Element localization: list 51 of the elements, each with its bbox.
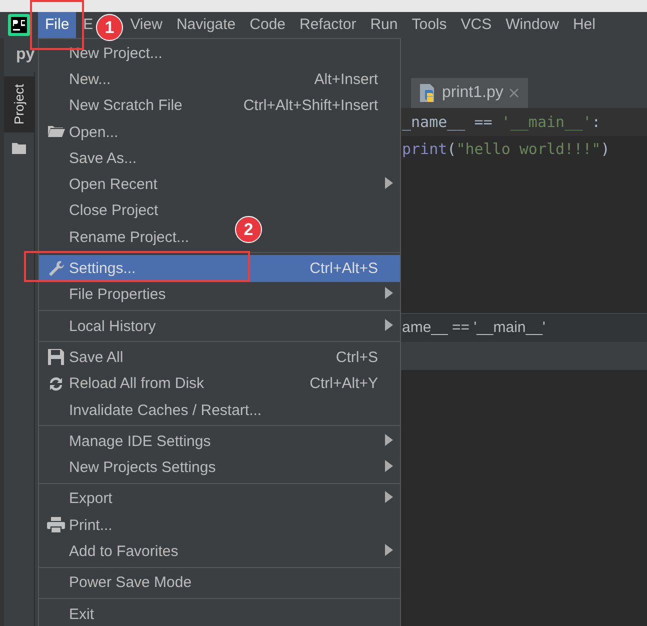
floppy-icon xyxy=(47,348,65,366)
menu-item[interactable]: New... Alt+Insert xyxy=(39,66,400,93)
menu-bar-item[interactable]: E xyxy=(82,12,94,38)
submenu-arrow-icon xyxy=(385,177,393,190)
menu-item[interactable]: Manage IDE Settings xyxy=(39,428,400,454)
printer-icon xyxy=(47,516,65,534)
submenu-arrow-icon xyxy=(385,544,393,556)
menu-item[interactable]: Save All Ctrl+S xyxy=(39,344,400,371)
project-panel-title: py xyxy=(16,46,35,64)
menu-bar-item[interactable]: Navigate xyxy=(169,12,243,38)
menu-item[interactable]: Reload All from Disk Ctrl+Alt+Y xyxy=(39,370,400,397)
submenu-arrow-icon xyxy=(385,287,393,300)
menu-item[interactable]: Save As... xyxy=(39,145,137,172)
submenu-arrow-icon xyxy=(385,318,393,331)
menu-bar-item[interactable]: Window xyxy=(498,12,566,38)
project-tool-tab[interactable]: Project xyxy=(4,76,34,132)
submenu-arrow-icon xyxy=(385,491,393,504)
menu-bar-item[interactable]: Hel xyxy=(566,12,602,38)
menu-item[interactable]: Open... xyxy=(39,118,118,146)
menu-item[interactable]: Local History xyxy=(39,312,400,340)
menu-item[interactable]: New Projects Settings xyxy=(39,454,400,481)
editor-tab[interactable]: print1.py xyxy=(411,78,528,108)
menu-item[interactable]: Exit xyxy=(39,600,94,626)
menu-bar-item[interactable]: VCS xyxy=(454,12,499,38)
menu-item[interactable]: Print... xyxy=(39,512,112,538)
menu-item[interactable]: Add to Favorites xyxy=(39,538,400,565)
menu-item[interactable]: File Properties xyxy=(39,282,400,308)
menu-item[interactable]: Settings... Ctrl+Alt+S xyxy=(39,255,400,282)
python-file-icon xyxy=(419,83,437,103)
folder-icon xyxy=(12,142,26,154)
wrench-icon xyxy=(47,260,65,278)
menu-bar-item[interactable]: Refactor xyxy=(292,12,364,38)
breadcrumb[interactable]: ame__ == '__main__' xyxy=(400,313,647,342)
app-logo-icon xyxy=(8,14,30,36)
menu-item[interactable]: Invalidate Caches / Restart... xyxy=(39,396,262,424)
menu-item[interactable]: Close Project xyxy=(39,198,158,224)
menu-item[interactable]: New Scratch File Ctrl+Alt+Shift+Insert xyxy=(39,92,400,119)
menu-item[interactable]: Export xyxy=(39,486,400,512)
menu-bar-item[interactable]: Code xyxy=(242,12,292,38)
menu-item[interactable]: Power Save Mode xyxy=(39,570,192,596)
code-line: print("hello world!!!") xyxy=(401,139,611,160)
submenu-arrow-icon xyxy=(385,434,393,446)
menu-bar-item[interactable]: Tools xyxy=(404,12,454,38)
menu-item[interactable]: Open Recent xyxy=(39,171,400,198)
submenu-arrow-icon xyxy=(385,460,393,472)
close-icon xyxy=(508,87,520,99)
menu-item[interactable]: Rename Project... xyxy=(39,224,190,250)
menu-bar-item[interactable]: Run xyxy=(363,12,405,38)
reload-icon xyxy=(47,374,65,393)
menu-bar-item[interactable]: View xyxy=(123,12,170,38)
menu-bar-item[interactable]: File xyxy=(38,12,76,38)
